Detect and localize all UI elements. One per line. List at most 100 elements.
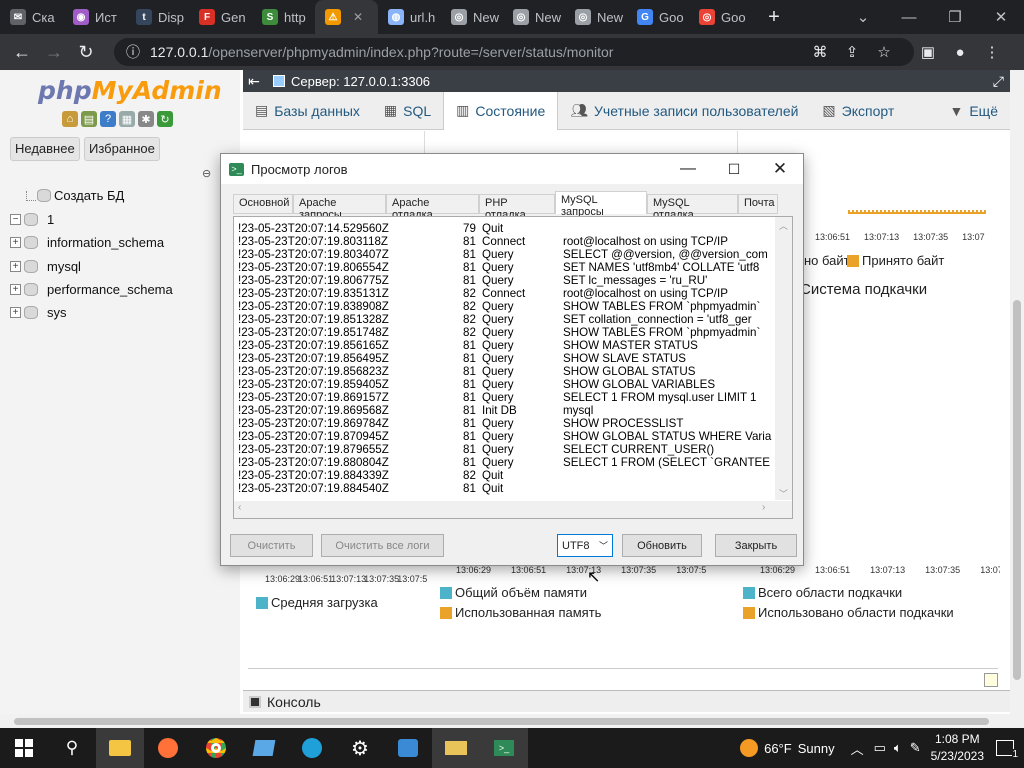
log-textarea[interactable]: !23-05-23T20:07:14.529560Z 79 Quit !23-05-2…: [233, 216, 793, 519]
close-tab-icon[interactable]: ✕: [353, 10, 363, 24]
browser-tab[interactable]: t Disp: [126, 0, 189, 34]
scroll-left-icon[interactable]: ‹: [238, 502, 241, 513]
refresh-icon[interactable]: ↻: [157, 111, 173, 127]
clear-button[interactable]: Очистить: [230, 534, 313, 557]
close-icon[interactable]: ✕: [757, 159, 803, 179]
tab-recent[interactable]: Недавнее: [10, 137, 80, 161]
notes-icon[interactable]: [984, 673, 998, 687]
volume-icon[interactable]: 🔈︎: [894, 740, 902, 756]
notepad-icon[interactable]: [240, 728, 288, 768]
log-tab[interactable]: Apache отладка: [386, 194, 479, 221]
close-button[interactable]: Закрыть: [715, 534, 797, 557]
firefox-icon[interactable]: [144, 728, 192, 768]
log-tab[interactable]: MySQL отладка: [647, 194, 738, 221]
maximize-icon[interactable]: ☐: [711, 161, 757, 178]
openserver-icon[interactable]: [432, 728, 480, 768]
back-icon[interactable]: ←: [6, 42, 38, 63]
windows-start-icon[interactable]: [0, 728, 48, 768]
browser-tab[interactable]: ◎ Goo: [689, 0, 752, 34]
horizontal-scrollbar[interactable]: [0, 714, 1024, 728]
browser-tab[interactable]: ⚠ ✕: [315, 0, 378, 34]
address-bar[interactable]: ⓘ 127.0.0.1/openserver/phpmyadmin/index.…: [114, 38, 914, 66]
tab-status[interactable]: ▥ Состояние: [443, 91, 559, 130]
file-explorer-icon[interactable]: [96, 728, 144, 768]
browser-tab[interactable]: ◎ New: [565, 0, 627, 34]
minimize-icon[interactable]: —: [665, 160, 711, 178]
tree-item-db[interactable]: + sys: [10, 305, 67, 320]
expand-icon[interactable]: +: [10, 283, 21, 295]
browser-tab[interactable]: ✉ Ска: [0, 0, 63, 34]
terminal-taskbar-icon[interactable]: >_: [480, 728, 528, 768]
weather-widget[interactable]: 66°F Sunny: [740, 739, 835, 757]
scroll-down-icon[interactable]: ﹀: [775, 487, 792, 500]
log-tab[interactable]: Почта: [738, 194, 778, 214]
profile-icon[interactable]: ●: [944, 44, 976, 61]
tab-sql[interactable]: ▦ SQL: [372, 92, 443, 130]
docs-icon[interactable]: ▦: [119, 111, 135, 127]
menu-icon[interactable]: ⋮: [976, 43, 1008, 61]
phpmyadmin-logo[interactable]: phpMyAdmin: [38, 76, 222, 105]
site-info-icon[interactable]: ⓘ: [126, 42, 140, 62]
tab-users[interactable]: 👥︎ Учетные записи пользователей: [558, 92, 810, 130]
log-tab[interactable]: Apache запросы: [293, 194, 386, 221]
language-icon[interactable]: ✎: [910, 740, 921, 756]
home-icon[interactable]: ⌂: [62, 111, 78, 127]
tab-database[interactable]: ▤ Базы данных: [243, 92, 372, 130]
expand-icon[interactable]: +: [10, 237, 21, 249]
expand-icon[interactable]: +: [10, 260, 21, 272]
browser-tab[interactable]: ◎ New: [441, 0, 503, 34]
share-icon[interactable]: ⇪: [836, 43, 868, 61]
tree-item-db[interactable]: + performance_schema: [10, 282, 173, 297]
sidepanel-icon[interactable]: ▣: [912, 43, 944, 61]
notification-center-icon[interactable]: 1: [996, 740, 1018, 760]
log-tab[interactable]: MySQL запросы: [555, 191, 647, 218]
browser-tab[interactable]: ◎ New: [503, 0, 565, 34]
new-tab-icon[interactable]: +: [762, 6, 786, 29]
log-tab[interactable]: PHP отладка: [479, 194, 555, 221]
expand-icon[interactable]: +: [10, 307, 21, 319]
browser-tab[interactable]: F Gen: [189, 0, 252, 34]
encoding-select[interactable]: UTF8 ﹀: [557, 534, 613, 557]
tree-item-db[interactable]: + information_schema: [10, 235, 164, 250]
reload-icon[interactable]: ↻: [70, 42, 102, 63]
server-label[interactable]: Сервер: 127.0.0.1:3306: [291, 74, 430, 89]
search-icon[interactable]: ⚲: [48, 728, 96, 768]
forward-icon[interactable]: →: [38, 42, 70, 63]
refresh-button[interactable]: Обновить: [622, 534, 702, 557]
tree-item-db[interactable]: + mysql: [10, 259, 81, 274]
tree-item-db[interactable]: −1: [10, 212, 54, 227]
collapse-icon[interactable]: −: [10, 214, 21, 225]
browser-tab[interactable]: Shttp: [252, 0, 315, 34]
log-hscrollbar[interactable]: ‹ ›: [234, 501, 792, 518]
tab-export[interactable]: ▧ Экспорт: [810, 92, 906, 130]
tab-favorites[interactable]: Избранное: [84, 137, 160, 161]
clear-all-logs-button[interactable]: Очистить все логи: [321, 534, 444, 557]
scroll-up-icon[interactable]: ︿: [775, 219, 792, 232]
scroll-right-icon[interactable]: ›: [762, 502, 765, 513]
edge-icon[interactable]: [288, 728, 336, 768]
browser-tab[interactable]: ◍ url.h: [378, 0, 441, 34]
chrome-taskbar-icon[interactable]: [192, 728, 240, 768]
restore-window-icon[interactable]: ❐: [932, 8, 978, 26]
browser-tab[interactable]: G Goo: [627, 0, 689, 34]
hscroll-thumb[interactable]: [14, 718, 989, 725]
log-tab[interactable]: Основной: [233, 194, 293, 214]
minimize-window-icon[interactable]: —: [886, 9, 932, 26]
people-icon[interactable]: [384, 728, 432, 768]
scrollbar-thumb[interactable]: [1013, 300, 1021, 680]
settings-taskbar-icon[interactable]: ⚙: [336, 728, 384, 768]
maximize-panel-icon[interactable]: ⤢: [993, 73, 1004, 90]
network-icon[interactable]: ▭: [874, 740, 886, 756]
help-icon[interactable]: ?: [100, 111, 116, 127]
browser-tab[interactable]: ◉ Ист: [63, 0, 126, 34]
clock[interactable]: 1:08 PM 5/23/2023: [931, 731, 984, 765]
log-vscrollbar[interactable]: ︿ ﹀: [775, 217, 792, 500]
dialog-titlebar[interactable]: >_ Просмотр логов — ☐ ✕: [221, 154, 803, 184]
link-icon[interactable]: ⊖: [202, 167, 211, 180]
tree-item-create-db[interactable]: Создать БД: [26, 188, 124, 203]
collapse-nav-icon[interactable]: ⇤: [243, 73, 265, 90]
exit-icon[interactable]: ▤: [81, 111, 97, 127]
console-bar[interactable]: Консоль: [243, 690, 1010, 712]
chevron-down-icon[interactable]: ⌄: [840, 8, 886, 26]
tray-chevron-icon[interactable]: ︿: [851, 739, 864, 758]
